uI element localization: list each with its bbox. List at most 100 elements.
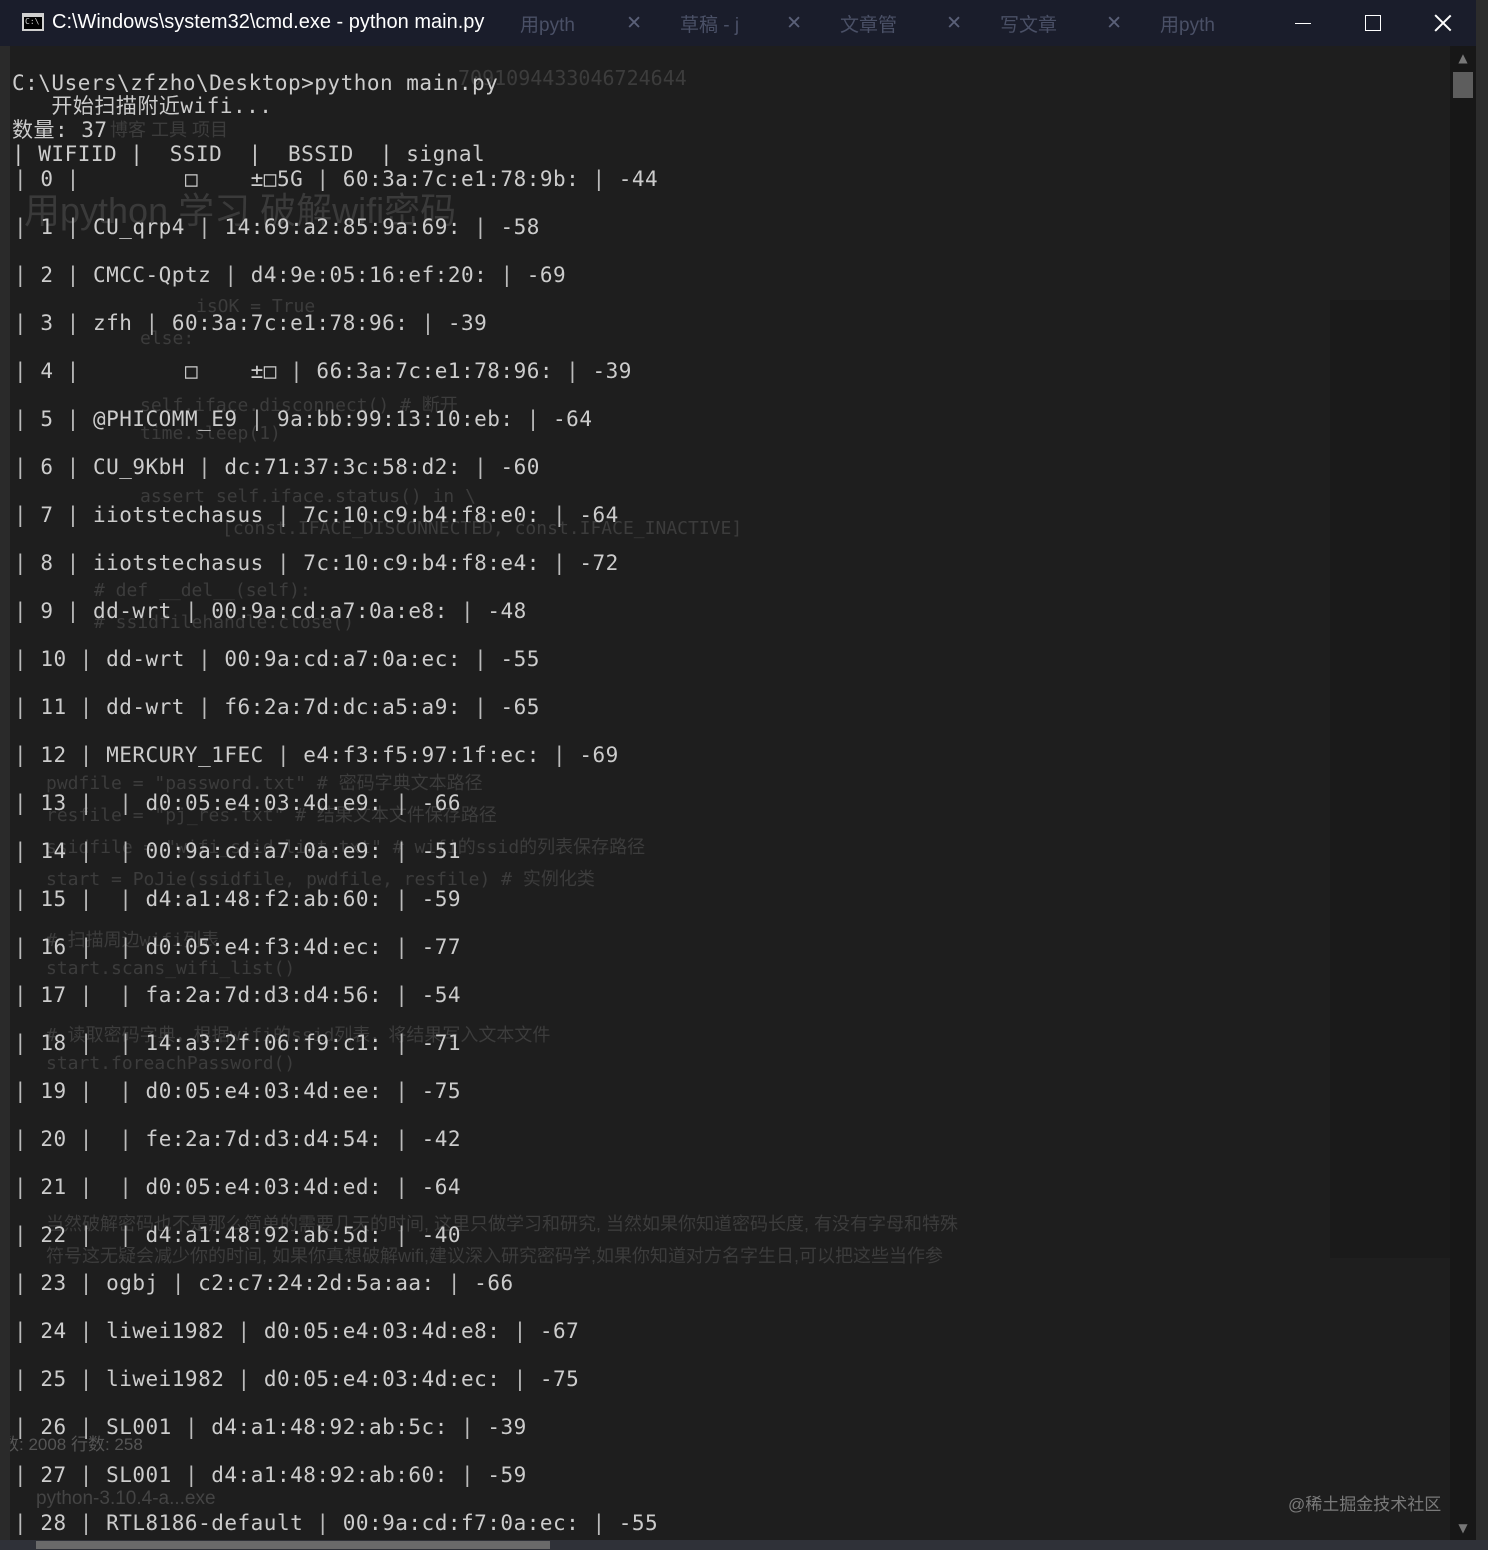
ssid-cell: CU_9KbH: [92, 455, 185, 479]
column-separator: |: [66, 167, 80, 191]
table-row: | 16 | | d0:05:e4:f3:4d:ec: | -77: [14, 933, 461, 961]
table-row: | 27 | SL001 | d4:a1:48:92:ab:60: | -59: [14, 1461, 527, 1489]
table-row: | 18 | | 14:a3:2f:06:f9:c1: | -71: [14, 1029, 461, 1057]
signal-cell: -51: [421, 839, 462, 863]
bssid-cell: 00:9a:cd:f7:0a:ec:: [342, 1511, 580, 1535]
wifi-id-cell: 4: [40, 359, 54, 383]
wifi-id-cell: 14: [40, 839, 67, 863]
column-separator: |: [145, 311, 159, 335]
scrollbar-thumb[interactable]: [1453, 72, 1473, 98]
background-tab-label: 草稿 - j: [680, 14, 740, 36]
column-separator: |: [395, 983, 409, 1007]
column-separator: |: [14, 1415, 28, 1439]
signal-cell: -54: [421, 983, 462, 1007]
wifi-id-cell: 2: [40, 263, 54, 287]
column-separator: |: [513, 1367, 527, 1391]
table-row: | 2 | CMCC-Qptz | d4:9e:05:16:ef:20: | -…: [14, 261, 566, 289]
column-separator: |: [395, 1127, 409, 1151]
column-separator: |: [421, 311, 435, 335]
column-separator: |: [79, 791, 93, 815]
vertical-scrollbar[interactable]: ▲ ▼: [1450, 46, 1476, 1540]
table-row: | 19 | | d0:05:e4:03:4d:ee: | -75: [14, 1077, 461, 1105]
wifi-id-cell: 18: [40, 1031, 67, 1055]
column-separator: |: [14, 791, 28, 815]
signal-cell: -77: [421, 935, 462, 959]
column-separator: |: [395, 1223, 409, 1247]
scroll-up-arrow-icon[interactable]: ▲: [1450, 46, 1476, 70]
column-separator: |: [119, 1031, 133, 1055]
cmd-app-icon[interactable]: C:\: [22, 13, 44, 31]
background-tab: 文章管 ✕: [820, 10, 980, 37]
column-separator: |: [14, 1079, 28, 1103]
column-separator: |: [198, 455, 212, 479]
background-taskbar-item: python-3.10.4-a...exe: [36, 1488, 216, 1509]
close-icon: ✕: [946, 12, 962, 34]
ssid-cell: dd-wrt: [92, 599, 172, 623]
column-separator: |: [592, 1511, 606, 1535]
column-separator: |: [119, 983, 133, 1007]
column-separator: |: [171, 1271, 185, 1295]
minimize-button[interactable]: [1268, 0, 1338, 46]
column-separator: |: [395, 935, 409, 959]
column-separator: |: [513, 1319, 527, 1343]
maximize-button[interactable]: [1338, 0, 1408, 46]
table-row: | 26 | SL001 | d4:a1:48:92:ab:5c: | -39: [14, 1413, 527, 1441]
column-separator: |: [461, 599, 475, 623]
column-separator: |: [474, 647, 488, 671]
signal-cell: -72: [579, 551, 619, 575]
column-separator: |: [395, 791, 409, 815]
window-titlebar[interactable]: C:\ C:\Windows\system32\cmd.exe - python…: [0, 0, 1488, 46]
left-edge: [0, 46, 10, 1546]
background-bookmarks: 博客 工具 项目: [110, 120, 229, 140]
column-separator: |: [79, 1367, 93, 1391]
signal-cell: -48: [487, 599, 527, 623]
column-separator: |: [14, 839, 28, 863]
column-separator: |: [119, 887, 133, 911]
column-separator: |: [447, 1271, 462, 1295]
column-separator: |: [474, 695, 488, 719]
wifi-id-cell: 25: [40, 1367, 67, 1391]
column-separator: |: [237, 1319, 251, 1343]
scroll-down-arrow-icon[interactable]: ▼: [1450, 1516, 1476, 1540]
signal-cell: -39: [447, 311, 488, 335]
table-row: | 0 | □ ±□5G | 60:3a:7c:e1:78:9b: | -44: [14, 165, 658, 193]
table-row: | 1 | CU_qrp4 | 14:69:a2:85:9a:69: | -58: [14, 213, 540, 241]
table-row: | 7 | iiotstechasus | 7c:10:c9:b4:f8:e0:…: [14, 501, 619, 529]
column-separator: |: [14, 1127, 28, 1151]
background-code-panel: [1330, 300, 1450, 1258]
table-row: | 28 | RTL8186-default | 00:9a:cd:f7:0a:…: [14, 1509, 658, 1537]
column-separator: |: [184, 1463, 199, 1487]
column-separator: |: [553, 503, 567, 527]
column-separator: |: [14, 1223, 28, 1247]
column-separator: |: [79, 1463, 93, 1487]
signal-cell: -55: [500, 647, 540, 671]
table-row: | 4 | □ ±□ | 66:3a:7c:e1:78:96: | -39: [14, 357, 632, 385]
signal-cell: -69: [526, 263, 567, 287]
column-separator: |: [198, 647, 212, 671]
ssid-cell: SL001: [106, 1415, 172, 1439]
table-row: | 15 | | d4:a1:48:f2:ab:60: | -59: [14, 885, 461, 913]
signal-cell: -69: [579, 743, 619, 767]
signal-cell: -67: [539, 1319, 580, 1343]
horizontal-scrollbar-thumb[interactable]: [36, 1541, 550, 1549]
column-separator: |: [14, 1463, 28, 1487]
column-separator: |: [14, 887, 28, 911]
close-button[interactable]: [1408, 0, 1478, 46]
console-output[interactable]: 7091094433046724644 博客 工具 项目 用python 学习 …: [10, 46, 1450, 1540]
column-separator: |: [14, 407, 28, 431]
bssid-cell: d0:05:e4:03:4d:ee:: [145, 1079, 383, 1103]
column-separator: |: [250, 407, 264, 431]
wifi-id-cell: 8: [40, 551, 54, 575]
bssid-cell: dc:71:37:3c:58:d2:: [224, 455, 461, 479]
column-separator: |: [184, 1415, 199, 1439]
ssid-cell: dd-wrt: [106, 695, 185, 719]
column-separator: |: [66, 503, 80, 527]
column-separator: |: [14, 1031, 28, 1055]
signal-cell: -58: [500, 215, 540, 239]
signal-cell: -42: [421, 1127, 462, 1151]
table-row: | 9 | dd-wrt | 00:9a:cd:a7:0a:e8: | -48: [14, 597, 527, 625]
column-separator: |: [184, 599, 199, 623]
column-separator: |: [66, 215, 80, 239]
ssid-cell: ogbj: [106, 1271, 159, 1295]
bssid-cell: f6:2a:7d:dc:a5:a9:: [224, 695, 461, 719]
